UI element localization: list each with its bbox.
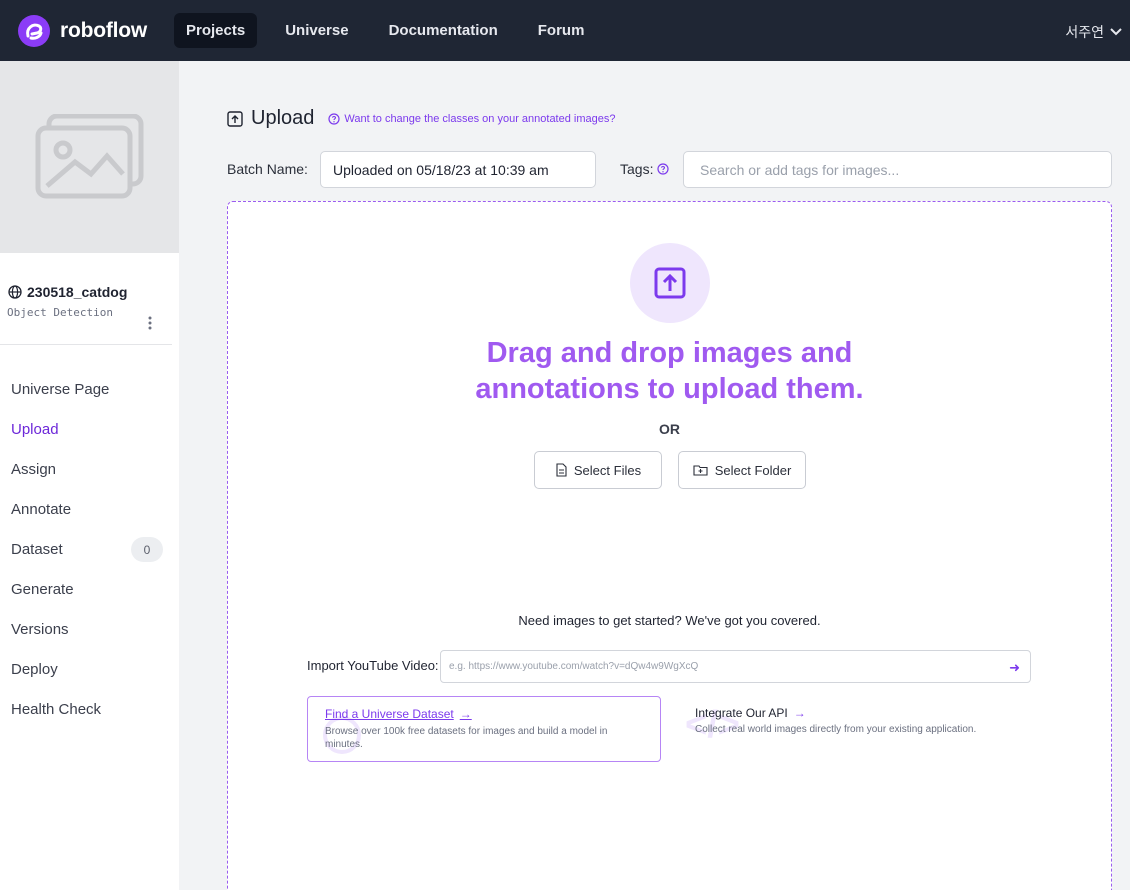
globe-icon: [8, 285, 22, 299]
folder-icon: [693, 465, 708, 476]
sidebar-item-label: Assign: [11, 460, 57, 478]
dropzone-title-line2: annotations to upload them.: [475, 373, 864, 405]
file-icon: [556, 463, 567, 477]
arrow-right-icon: →: [793, 706, 806, 720]
project-title: 230518_catdog: [8, 283, 138, 302]
upload-dropzone[interactable]: Drag and drop images and annotations to …: [227, 201, 1112, 890]
chevron-down-icon: [1110, 28, 1122, 36]
batch-name-input[interactable]: Uploaded on 05/18/23 at 10:39 am: [320, 151, 596, 188]
api-card-title[interactable]: Integrate Our API →: [695, 706, 1035, 720]
dataset-count-badge: 0: [131, 537, 163, 562]
sidebar-item-label: Versions: [11, 620, 69, 638]
sidebar-item-health-check[interactable]: Health Check: [0, 689, 179, 729]
batch-row: Batch Name:: [227, 161, 308, 177]
project-info: 230518_catdog Object Detection: [0, 253, 172, 345]
api-card-title-text: Integrate Our API: [695, 706, 788, 720]
select-files-label: Select Files: [573, 462, 642, 478]
sidebar-item-label: Annotate: [11, 500, 72, 518]
help-circle-icon[interactable]: [657, 163, 670, 175]
help-circle-icon: [328, 112, 340, 125]
main-content: Upload Want to change the classes on you…: [179, 61, 1130, 890]
change-classes-link[interactable]: Want to change the classes on your annot…: [328, 112, 616, 125]
sidebar-item-versions[interactable]: Versions: [0, 609, 179, 649]
tags-search-input[interactable]: Search or add tags for images...: [683, 151, 1112, 188]
select-files-button[interactable]: Select Files: [534, 451, 662, 489]
dropzone-title-line1: Drag and drop images and: [486, 337, 853, 369]
page-header: Upload Want to change the classes on you…: [227, 107, 616, 130]
main-nav: Projects Universe Documentation Forum: [174, 13, 612, 48]
youtube-url-input[interactable]: e.g. https://www.youtube.com/watch?v=dQw…: [440, 650, 1031, 683]
integrate-api-card[interactable]: </> Integrate Our API → Collect real wor…: [685, 704, 1035, 746]
arrow-right-icon[interactable]: ➜: [1009, 660, 1020, 676]
sidebar-item-label: Upload: [11, 420, 59, 438]
youtube-label: Import YouTube Video:: [307, 658, 439, 673]
project-type: Object Detection: [7, 306, 113, 319]
user-menu[interactable]: 서주연: [1065, 22, 1122, 42]
roboflow-logo-icon: [18, 14, 50, 47]
sidebar-item-dataset[interactable]: Dataset 0: [0, 529, 179, 569]
or-divider: OR: [659, 421, 680, 437]
nav-projects[interactable]: Projects: [174, 13, 258, 48]
roboflow-logo[interactable]: roboflow: [18, 14, 158, 47]
sidebar-item-deploy[interactable]: Deploy: [0, 649, 179, 689]
upload-circle: [630, 243, 710, 323]
sidebar-item-assign[interactable]: Assign: [0, 449, 179, 489]
universe-card-title-text: Find a Universe Dataset: [325, 707, 454, 721]
youtube-placeholder: e.g. https://www.youtube.com/watch?v=dQw…: [449, 661, 699, 672]
sidebar-nav: Universe Page Upload Assign Annotate Dat…: [0, 369, 179, 729]
nav-documentation[interactable]: Documentation: [377, 13, 510, 48]
universe-card-desc: Browse over 100k free datasets for image…: [325, 726, 608, 750]
sidebar: 230518_catdog Object Detection Universe …: [0, 61, 179, 890]
upload-arrow-icon: [654, 267, 686, 299]
change-classes-text: Want to change the classes on your annot…: [344, 112, 616, 125]
arrow-right-icon: →: [459, 707, 472, 721]
batch-name-label: Batch Name:: [227, 161, 308, 177]
brand-name: roboflow: [60, 18, 148, 42]
nav-universe[interactable]: Universe: [273, 13, 360, 48]
sidebar-item-annotate[interactable]: Annotate: [0, 489, 179, 529]
tags-label: Tags:: [620, 161, 654, 177]
image-placeholder-icon: [35, 114, 143, 199]
sidebar-item-label: Generate: [11, 580, 74, 598]
dropzone-title: Drag and drop images and annotations to …: [228, 335, 1111, 407]
select-folder-label: Select Folder: [714, 462, 792, 478]
sidebar-item-generate[interactable]: Generate: [0, 569, 179, 609]
need-images-text: Need images to get started? We've got yo…: [518, 613, 821, 628]
more-options-icon[interactable]: [143, 315, 157, 331]
universe-dataset-card[interactable]: Find a Universe Dataset → Browse over 10…: [307, 696, 661, 762]
sidebar-item-label: Deploy: [11, 660, 58, 678]
page-title: Upload: [251, 107, 315, 129]
sidebar-item-label: Health Check: [11, 700, 102, 718]
sidebar-item-universe-page[interactable]: Universe Page: [0, 369, 179, 409]
top-navbar: roboflow Projects Universe Documentation…: [0, 0, 1130, 61]
sidebar-item-label: Universe Page: [11, 380, 110, 398]
upload-icon: [227, 110, 243, 127]
select-folder-button[interactable]: Select Folder: [678, 451, 806, 489]
sidebar-item-upload[interactable]: Upload: [0, 409, 179, 449]
user-name: 서주연: [1065, 24, 1104, 40]
project-thumbnail: [0, 61, 179, 253]
api-card-desc: Collect real world images directly from …: [695, 724, 977, 735]
project-name: 230518_catdog: [27, 284, 128, 300]
universe-card-title[interactable]: Find a Universe Dataset →: [325, 707, 643, 721]
nav-forum[interactable]: Forum: [526, 13, 597, 48]
tags-label-group: Tags:: [620, 161, 670, 177]
sidebar-item-label: Dataset: [11, 540, 63, 558]
